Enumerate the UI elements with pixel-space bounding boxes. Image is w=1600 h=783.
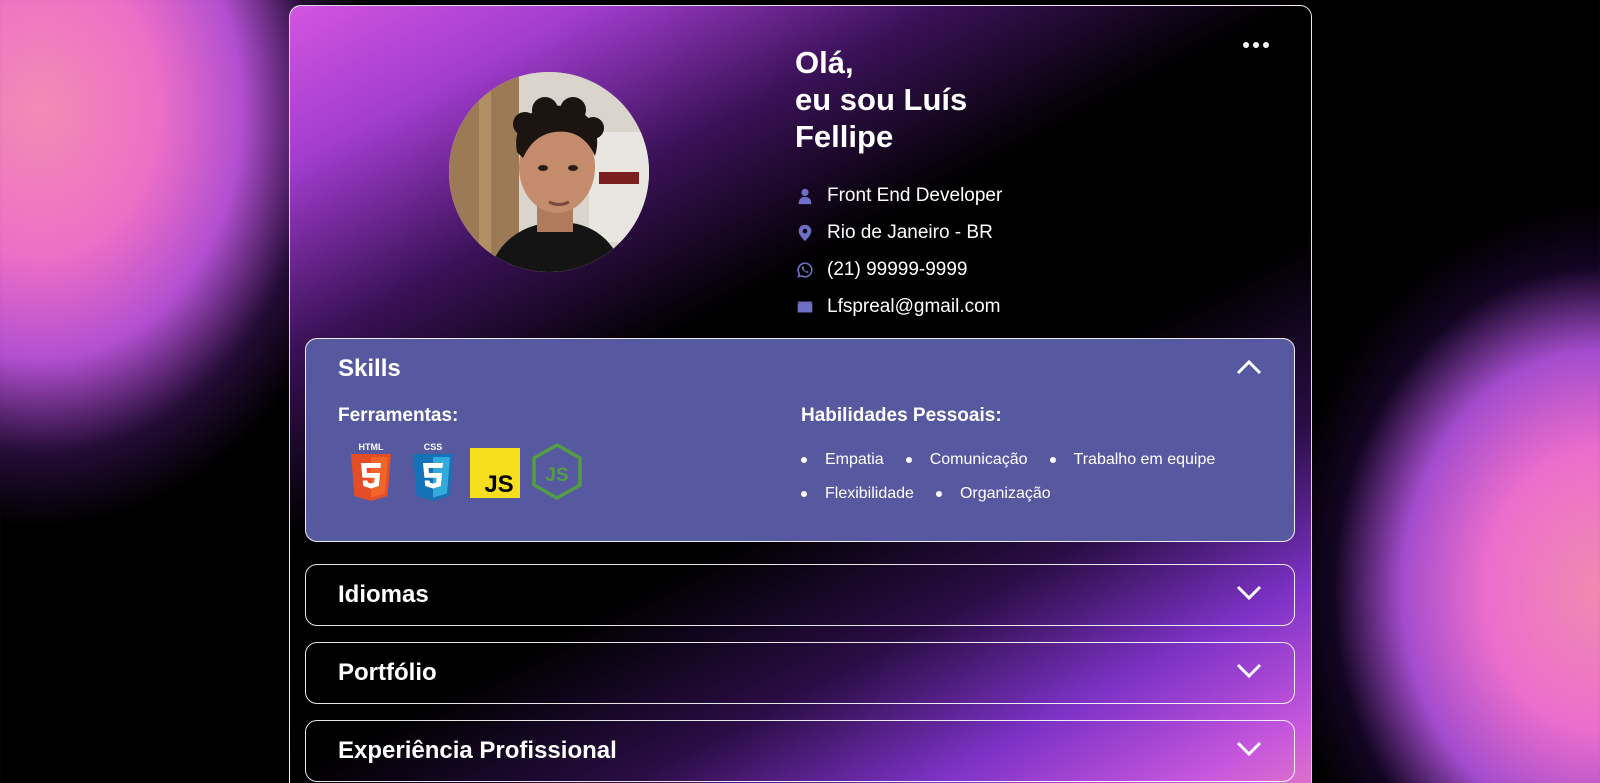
chevron-down-icon[interactable] [1236,741,1262,762]
list-item: Trabalho em equipe [1050,443,1216,477]
tools-column: Ferramentas: HTML CSS JS JS [338,399,801,511]
dot-icon [1243,42,1249,48]
list-item: Organização [936,477,1051,511]
experience-accordion-header[interactable]: Experiência Profissional [306,721,1294,781]
accordion-title: Experiência Profissional [338,737,617,764]
soft-skills-list: Empatia Comunicação Trabalho em equipe F… [801,443,1261,511]
envelope-icon [795,297,815,317]
intro: Olá, eu sou Luís Fellipe Front End Devel… [795,44,1035,325]
idiomas-accordion: Idiomas [305,564,1295,626]
portfolio-accordion-header[interactable]: Portfólio [306,643,1294,703]
greeting-line: Olá, [795,45,854,80]
svg-text:JS: JS [545,465,568,486]
location-pin-icon [795,223,815,243]
portfolio-accordion: Portfólio [305,642,1295,704]
chevron-down-icon[interactable] [1236,663,1262,684]
nodejs-icon: JS [530,441,584,503]
dot-icon [1263,42,1269,48]
list-item: Flexibilidade [801,477,914,511]
svg-text:CSS: CSS [424,442,443,452]
html5-icon: HTML [344,441,398,503]
soft-skills-column: Habilidades Pessoais: Empatia Comunicaçã… [801,399,1262,511]
dot-icon [1253,42,1259,48]
contact-list: Front End Developer Rio de Janeiro - BR … [795,177,1035,325]
contact-text: Lfspreal@gmail.com [827,295,1001,317]
experience-accordion: Experiência Profissional [305,720,1295,782]
profile-card: Olá, eu sou Luís Fellipe Front End Devel… [289,5,1312,783]
svg-text:JS: JS [484,471,513,498]
accordion-title: Portfólio [338,659,437,686]
chevron-down-icon[interactable] [1236,585,1262,606]
list-item: Empatia [801,443,884,477]
idiomas-accordion-header[interactable]: Idiomas [306,565,1294,625]
svg-text:HTML: HTML [359,442,384,452]
skills-accordion: Skills Ferramentas: HTML CSS JS JS Habil… [305,338,1295,542]
more-options-button[interactable] [1239,38,1273,52]
list-item: Comunicação [906,443,1028,477]
chevron-up-icon[interactable] [1236,359,1262,380]
css3-icon: CSS [406,441,460,503]
skills-accordion-header[interactable]: Skills [306,339,1294,399]
greeting-line: Fellipe [795,119,894,154]
contact-role: Front End Developer [795,177,1035,214]
page-title: Olá, eu sou Luís Fellipe [795,44,1035,155]
user-icon [795,186,815,206]
accordion-title: Idiomas [338,581,429,608]
contact-text: Rio de Janeiro - BR [827,221,993,243]
profile-photo-icon [449,72,649,272]
tools-title: Ferramentas: [338,405,459,426]
contact-text: (21) 99999-9999 [827,258,968,280]
javascript-icon: JS [468,441,522,503]
accordion-title: Skills [338,355,401,382]
avatar [449,72,649,272]
whatsapp-icon [795,260,815,280]
contact-location: Rio de Janeiro - BR [795,214,1035,251]
skills-body: Ferramentas: HTML CSS JS JS Habilidades … [306,399,1294,511]
soft-skills-title: Habilidades Pessoais: [801,405,1002,426]
contact-email[interactable]: Lfspreal@gmail.com [795,288,1035,325]
tools-list: HTML CSS JS JS [344,441,801,503]
contact-phone[interactable]: (21) 99999-9999 [795,251,1035,288]
contact-text: Front End Developer [827,184,1003,206]
greeting-line: eu sou Luís [795,82,968,117]
